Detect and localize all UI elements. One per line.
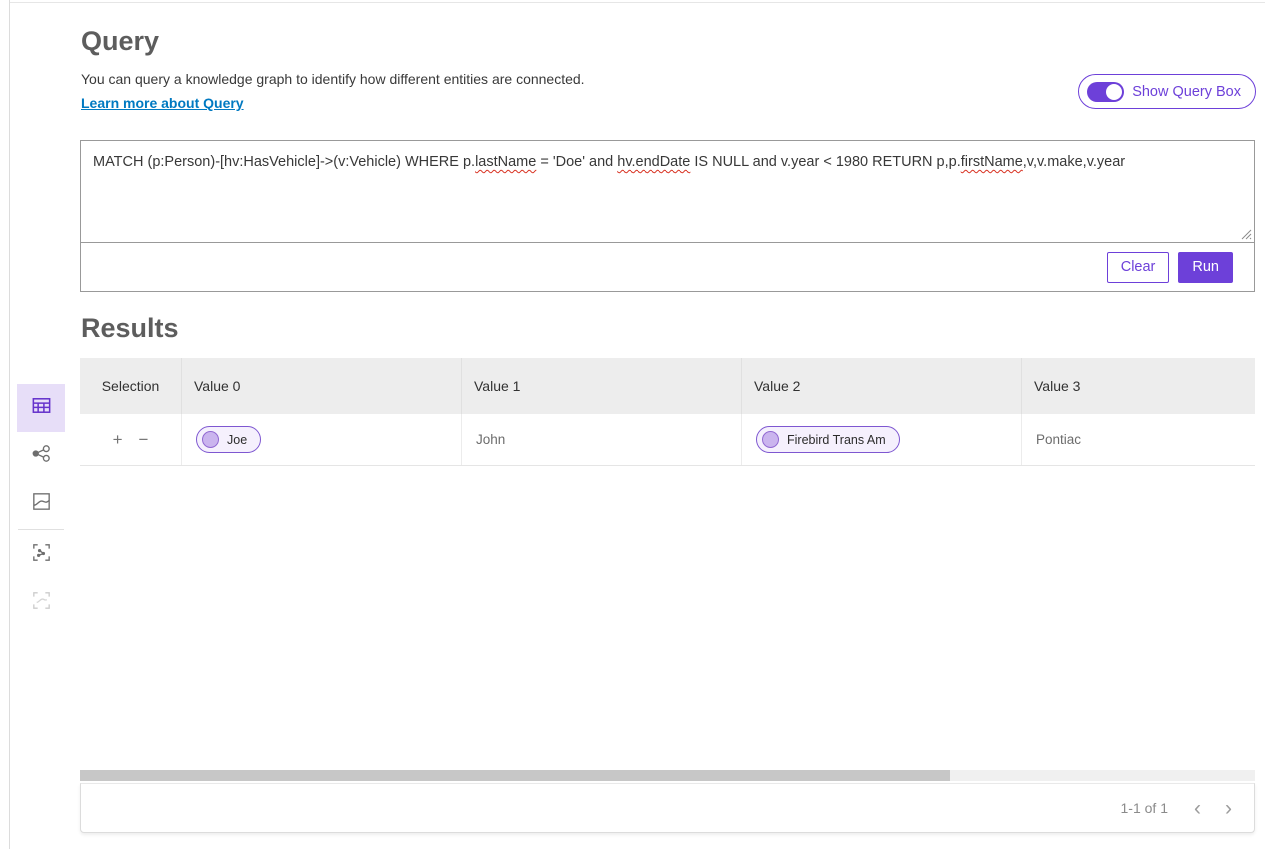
query-actions: Clear Run: [81, 243, 1254, 291]
add-to-selection-icon[interactable]: +: [113, 431, 123, 448]
learn-more-link[interactable]: Learn more about Query: [81, 95, 244, 111]
query-box: MATCH (p:Person)-[hv:HasVehicle]->(v:Veh…: [80, 140, 1255, 292]
link-chart-icon: [30, 442, 53, 470]
results-title: Results: [81, 313, 179, 344]
toggle-label: Show Query Box: [1132, 84, 1241, 100]
selection-cell: + −: [80, 414, 182, 465]
results-table-view-button[interactable]: [17, 384, 65, 432]
entity-dot-icon: [762, 431, 779, 448]
value0-cell: Joe: [182, 414, 462, 465]
cell-value: Pontiac: [1022, 432, 1081, 447]
column-header-value1: Value 1: [462, 358, 742, 414]
run-button[interactable]: Run: [1178, 252, 1233, 283]
entity-chip-label: Firebird Trans Am: [787, 433, 886, 447]
scrollbar-thumb[interactable]: [80, 770, 950, 781]
panel-left-border: [9, 0, 10, 849]
toggle-switch-icon: [1087, 82, 1124, 102]
add-to-link-chart-button[interactable]: [17, 531, 65, 579]
value1-cell: John: [462, 414, 742, 465]
toggle-knob: [1106, 84, 1122, 100]
show-query-box-toggle[interactable]: Show Query Box: [1078, 74, 1256, 109]
add-to-map-button: [17, 579, 65, 627]
table-icon: [30, 394, 53, 422]
horizontal-scrollbar: [80, 770, 1255, 781]
resize-grip-icon[interactable]: [1239, 227, 1252, 240]
results-map-view-button[interactable]: [17, 480, 65, 528]
clear-button[interactable]: Clear: [1107, 252, 1170, 283]
column-header-value3: Value 3: [1022, 358, 1255, 414]
rail-divider: [18, 529, 64, 530]
entity-chip-person[interactable]: Joe: [196, 426, 261, 453]
pagination-range: 1-1 of 1: [1121, 800, 1168, 816]
table-empty-area: [80, 466, 1255, 770]
entity-chip-vehicle[interactable]: Firebird Trans Am: [756, 426, 900, 453]
value3-cell: Pontiac: [1022, 414, 1255, 465]
column-header-value0: Value 0: [182, 358, 462, 414]
add-to-link-chart-icon: [30, 541, 53, 569]
query-page: Query You can query a knowledge graph to…: [0, 0, 1265, 849]
column-header-value2: Value 2: [742, 358, 1022, 414]
page-description: You can query a knowledge graph to ident…: [81, 71, 585, 87]
entity-chip-label: Joe: [227, 433, 247, 447]
panel-top-border: [10, 2, 1265, 3]
map-icon: [30, 490, 53, 518]
table-footer: 1-1 of 1 ‹ ›: [80, 783, 1255, 833]
previous-page-icon[interactable]: ‹: [1182, 798, 1213, 819]
page-title: Query: [81, 26, 159, 57]
results-table: Selection Value 0 Value 1 Value 2 Value …: [80, 358, 1255, 833]
table-row: + − Joe John Firebird Trans Am Pontiac: [80, 414, 1255, 466]
value2-cell: Firebird Trans Am: [742, 414, 1022, 465]
query-input[interactable]: MATCH (p:Person)-[hv:HasVehicle]->(v:Veh…: [81, 141, 1254, 243]
column-header-selection: Selection: [80, 358, 182, 414]
cell-value: John: [462, 432, 505, 447]
remove-from-selection-icon[interactable]: −: [139, 431, 149, 448]
entity-dot-icon: [202, 431, 219, 448]
results-link-chart-view-button[interactable]: [17, 432, 65, 480]
add-to-map-icon: [30, 589, 53, 617]
results-view-rail: [17, 384, 65, 627]
table-header-row: Selection Value 0 Value 1 Value 2 Value …: [80, 358, 1255, 414]
next-page-icon[interactable]: ›: [1213, 798, 1244, 819]
